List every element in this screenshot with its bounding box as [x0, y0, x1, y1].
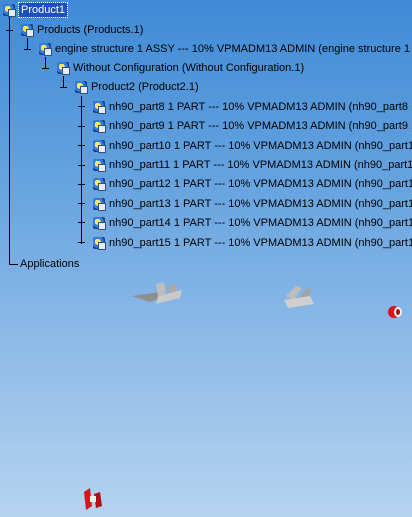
- tree-line: [9, 264, 18, 265]
- collapse-toggle[interactable]: [24, 46, 31, 53]
- tree-node-part[interactable]: nh90_part9 1 PART --- 10% VPMADM13 ADMIN…: [92, 118, 412, 134]
- tree-node-part[interactable]: nh90_part10 1 PART --- 10% VPMADM13 ADMI…: [92, 138, 412, 154]
- node-label: Product2 (Product2.1): [91, 81, 199, 93]
- part-icon: [92, 216, 106, 230]
- node-label: nh90_part13 1 PART --- 10% VPMADM13 ADMI…: [109, 198, 412, 210]
- part-icon: [92, 158, 106, 172]
- tree-node-without-configuration[interactable]: Without Configuration (Without Configura…: [56, 60, 304, 76]
- collapse-toggle[interactable]: [6, 27, 13, 34]
- tree-node-part[interactable]: nh90_part13 1 PART --- 10% VPMADM13 ADMI…: [92, 196, 412, 212]
- tree-node-product1[interactable]: Product1: [2, 2, 69, 18]
- node-label: nh90_part14 1 PART --- 10% VPMADM13 ADMI…: [109, 217, 412, 229]
- node-label: Products (Products.1): [37, 24, 144, 36]
- expand-toggle[interactable]: [78, 142, 85, 149]
- node-label: engine structure 1 ASSY --- 10% VPMADM13…: [55, 43, 412, 55]
- product-icon: [2, 3, 16, 17]
- collapse-toggle[interactable]: [60, 84, 67, 91]
- tree-node-part[interactable]: nh90_part15 1 PART --- 10% VPMADM13 ADMI…: [92, 235, 412, 251]
- product-icon: [56, 61, 70, 75]
- node-label: nh90_part12 1 PART --- 10% VPMADM13 ADMI…: [109, 178, 412, 190]
- expand-toggle[interactable]: [78, 162, 85, 169]
- tree-node-applications[interactable]: Applications: [20, 256, 79, 272]
- tree-node-part[interactable]: nh90_part8 1 PART --- 10% VPMADM13 ADMIN…: [92, 99, 412, 115]
- part-icon: [92, 197, 106, 211]
- product-icon: [74, 80, 88, 94]
- collapse-toggle[interactable]: [42, 65, 49, 72]
- node-label: nh90_part15 1 PART --- 10% VPMADM13 ADMI…: [109, 237, 412, 249]
- part-icon: [92, 139, 106, 153]
- node-label: nh90_part8 1 PART --- 10% VPMADM13 ADMIN…: [109, 101, 412, 113]
- expand-toggle[interactable]: [78, 239, 85, 246]
- expand-toggle[interactable]: [78, 103, 85, 110]
- expand-toggle[interactable]: [78, 219, 85, 226]
- part-icon: [92, 236, 106, 250]
- tree-node-product2[interactable]: Product2 (Product2.1): [74, 79, 199, 95]
- red-fitting-part-bottom[interactable]: [80, 486, 110, 512]
- expand-toggle[interactable]: [78, 123, 85, 130]
- tree-node-part[interactable]: nh90_part11 1 PART --- 10% VPMADM13 ADMI…: [92, 157, 412, 173]
- node-label: nh90_part10 1 PART --- 10% VPMADM13 ADMI…: [109, 140, 412, 152]
- product-icon: [38, 42, 52, 56]
- part-icon: [92, 177, 106, 191]
- expand-toggle[interactable]: [78, 181, 85, 188]
- grey-bracket-part-left[interactable]: [130, 280, 186, 308]
- part-icon: [92, 119, 106, 133]
- tree-line: [9, 17, 10, 264]
- tree-node-part[interactable]: nh90_part14 1 PART --- 10% VPMADM13 ADMI…: [92, 215, 412, 231]
- node-label: nh90_part9 1 PART --- 10% VPMADM13 ADMIN…: [109, 120, 412, 132]
- node-label: nh90_part11 1 PART --- 10% VPMADM13 ADMI…: [109, 159, 412, 171]
- tree-node-engine-structure[interactable]: engine structure 1 ASSY --- 10% VPMADM13…: [38, 41, 412, 57]
- tree-node-part[interactable]: nh90_part12 1 PART --- 10% VPMADM13 ADMI…: [92, 176, 412, 192]
- product-icon: [20, 23, 34, 37]
- red-fitting-part-right[interactable]: [386, 304, 406, 320]
- grey-bracket-part-right[interactable]: [280, 282, 320, 310]
- node-label: Applications: [20, 258, 80, 270]
- node-label: Product1: [17, 2, 69, 18]
- tree-node-products[interactable]: Products (Products.1): [20, 22, 143, 38]
- part-icon: [92, 100, 106, 114]
- node-label: Without Configuration (Without Configura…: [73, 62, 305, 74]
- expand-toggle[interactable]: [78, 200, 85, 207]
